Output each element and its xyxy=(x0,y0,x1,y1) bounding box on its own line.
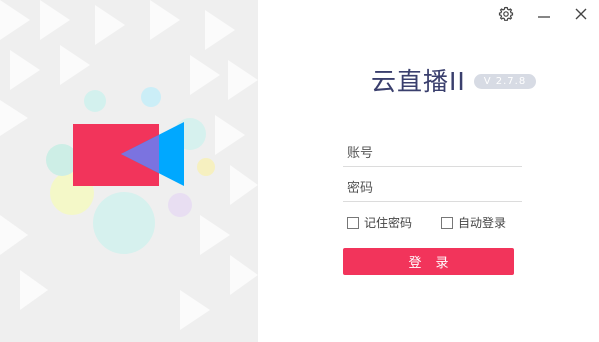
decor-circle xyxy=(84,90,106,112)
app-header: 云直播II V 2.7.8 xyxy=(371,60,537,100)
checkbox-box[interactable] xyxy=(347,216,359,229)
close-icon xyxy=(575,8,587,20)
close-button[interactable] xyxy=(570,4,592,24)
decor-circle xyxy=(141,87,161,107)
decor-circle xyxy=(93,192,155,254)
remember-password-label: 记住密码 xyxy=(364,216,413,230)
account-input[interactable] xyxy=(343,140,522,167)
login-button[interactable]: 登录 xyxy=(343,248,514,275)
minimize-button[interactable] xyxy=(533,4,555,24)
gear-icon xyxy=(498,6,514,21)
app-title: 云直播II xyxy=(371,67,466,96)
checkbox-box[interactable] xyxy=(441,216,453,229)
illustration-panel xyxy=(0,0,258,342)
login-panel: 云直播II V 2.7.8 记住密码 自动登录 登录 xyxy=(258,0,599,342)
remember-password-checkbox[interactable]: 记住密码 xyxy=(347,214,412,231)
minimize-icon xyxy=(538,16,550,18)
decor-circle xyxy=(168,193,192,217)
decor-circle xyxy=(197,158,215,176)
version-badge: V 2.7.8 xyxy=(473,73,537,89)
background-pattern xyxy=(0,0,258,330)
password-input[interactable] xyxy=(343,175,522,202)
auto-login-checkbox[interactable]: 自动登录 xyxy=(441,214,506,231)
video-camera-icon xyxy=(73,122,184,186)
settings-button[interactable] xyxy=(495,4,517,24)
auto-login-label: 自动登录 xyxy=(458,216,507,230)
